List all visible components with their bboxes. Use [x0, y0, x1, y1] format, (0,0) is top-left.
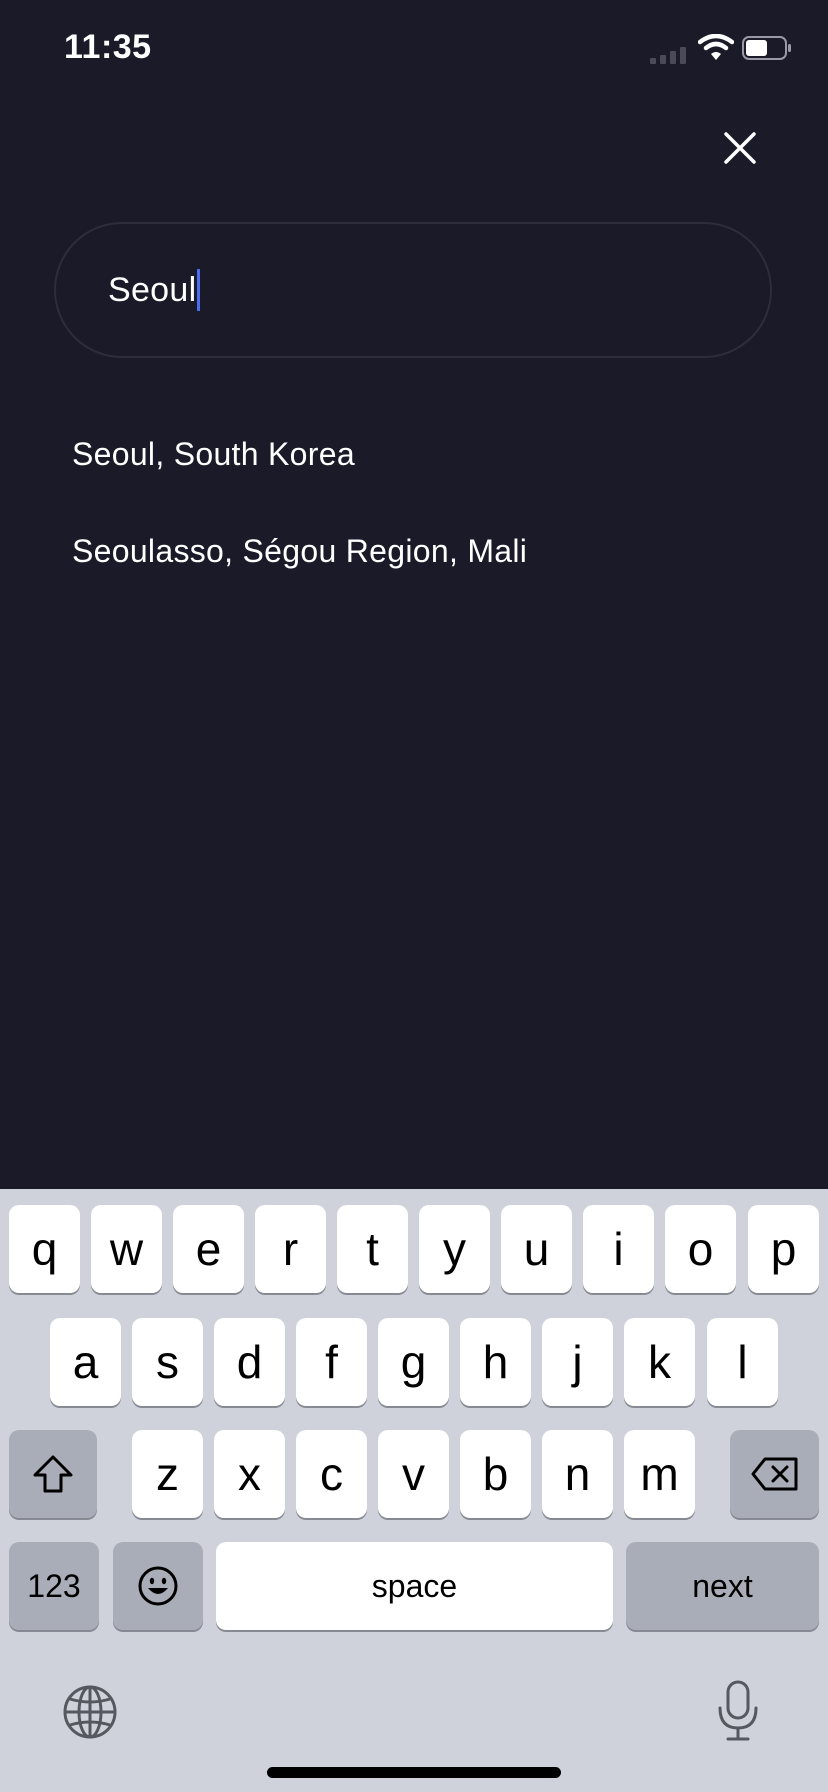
key-t[interactable]: t: [337, 1205, 408, 1293]
key-s[interactable]: s: [132, 1318, 203, 1406]
battery-icon: [742, 36, 791, 60]
key-o[interactable]: o: [665, 1205, 736, 1293]
key-w[interactable]: w: [91, 1205, 162, 1293]
emoji-key[interactable]: [113, 1542, 203, 1630]
search-result-item[interactable]: Seoulasso, Ségou Region, Mali: [72, 533, 772, 630]
key-a[interactable]: a: [50, 1318, 121, 1406]
delete-icon: [751, 1457, 797, 1491]
key-n[interactable]: n: [542, 1430, 613, 1518]
key-c[interactable]: c: [296, 1430, 367, 1518]
keyboard: q w e r t y u i o p a s d f g h j k l z …: [0, 1189, 828, 1792]
shift-key[interactable]: [9, 1430, 97, 1518]
close-button[interactable]: [712, 120, 768, 176]
key-u[interactable]: u: [501, 1205, 572, 1293]
key-x[interactable]: x: [214, 1430, 285, 1518]
key-e[interactable]: e: [173, 1205, 244, 1293]
search-input[interactable]: Seoul: [54, 222, 772, 358]
numbers-key[interactable]: 123: [9, 1542, 99, 1630]
key-r[interactable]: r: [255, 1205, 326, 1293]
microphone-icon[interactable]: [716, 1679, 760, 1743]
next-key[interactable]: next: [626, 1542, 819, 1630]
key-d[interactable]: d: [214, 1318, 285, 1406]
shift-icon: [33, 1455, 73, 1493]
globe-icon[interactable]: [62, 1684, 118, 1740]
key-h[interactable]: h: [460, 1318, 531, 1406]
key-i[interactable]: i: [583, 1205, 654, 1293]
delete-key[interactable]: [730, 1430, 819, 1518]
key-z[interactable]: z: [132, 1430, 203, 1518]
wifi-icon: [698, 34, 734, 60]
key-y[interactable]: y: [419, 1205, 490, 1293]
status-bar: 11:35: [0, 0, 828, 100]
key-k[interactable]: k: [624, 1318, 695, 1406]
search-result-item[interactable]: Seoul, South Korea: [72, 436, 772, 533]
close-icon: [724, 132, 756, 164]
key-m[interactable]: m: [624, 1430, 695, 1518]
key-j[interactable]: j: [542, 1318, 613, 1406]
key-l[interactable]: l: [707, 1318, 778, 1406]
emoji-icon: [138, 1566, 178, 1606]
space-key[interactable]: space: [216, 1542, 613, 1630]
key-g[interactable]: g: [378, 1318, 449, 1406]
status-time: 11:35: [64, 28, 152, 66]
search-input-value: Seoul: [108, 270, 197, 309]
text-cursor: [197, 269, 201, 311]
cellular-signal-icon: [650, 47, 686, 64]
key-q[interactable]: q: [9, 1205, 80, 1293]
key-p[interactable]: p: [748, 1205, 819, 1293]
key-v[interactable]: v: [378, 1430, 449, 1518]
key-f[interactable]: f: [296, 1318, 367, 1406]
home-indicator: [267, 1767, 561, 1778]
key-b[interactable]: b: [460, 1430, 531, 1518]
search-results-list: Seoul, South Korea Seoulasso, Ségou Regi…: [72, 436, 772, 630]
